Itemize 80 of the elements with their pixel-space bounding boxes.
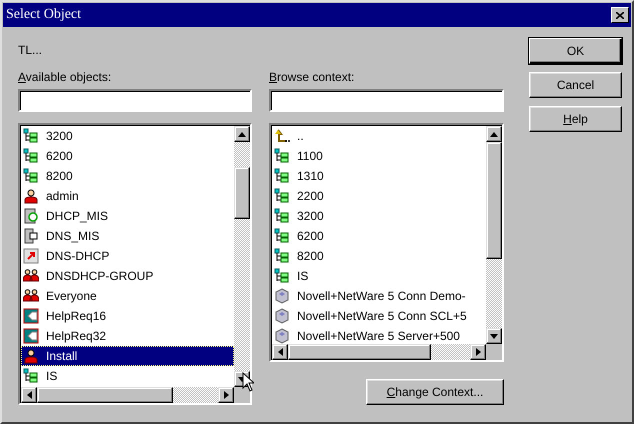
list-item[interactable]: 2200 [272, 186, 486, 206]
scrollbar-thumb[interactable] [486, 142, 502, 259]
input-field[interactable] [18, 89, 252, 112]
tree-icon [23, 148, 39, 164]
scroll-left-button[interactable] [272, 344, 288, 360]
server-icon [274, 288, 290, 304]
list-item[interactable]: admin [21, 186, 234, 206]
list-item[interactable]: 6200 [272, 226, 486, 246]
close-button[interactable] [611, 7, 629, 23]
left-arrow-icon [26, 391, 32, 399]
right-arrow-icon [476, 348, 480, 356]
application-icon [23, 248, 39, 264]
tree-icon [23, 368, 39, 384]
list-item[interactable]: Install [21, 346, 234, 366]
scroll-right-button[interactable] [470, 344, 486, 360]
scrollbar-corner [486, 344, 502, 360]
server-icon [274, 328, 290, 344]
list-item[interactable]: DNS_MIS [21, 226, 234, 246]
tree-icon [274, 248, 290, 264]
list-item[interactable]: DNSDHCP-GROUP [21, 266, 234, 286]
list-item[interactable]: HelpReq16 [21, 306, 234, 326]
scroll-down-button[interactable] [486, 328, 502, 344]
change-context-button[interactable]: Change Context... [366, 379, 504, 405]
template-icon [23, 308, 39, 324]
window-title: Select Object [6, 6, 82, 24]
up-arrow-icon [490, 132, 498, 136]
scrollbar-thumb[interactable] [234, 167, 250, 219]
dialog-button[interactable]: Help [529, 106, 622, 132]
list-item[interactable]: 1100 [272, 146, 486, 166]
list-item[interactable]: 8200 [21, 166, 234, 186]
user-icon [23, 188, 39, 204]
list-item[interactable]: .. [272, 126, 486, 146]
dialog-button[interactable]: OK [529, 38, 622, 64]
list-item[interactable]: IS [272, 266, 486, 286]
folder-up-icon [274, 128, 290, 144]
scroll-up-button[interactable] [234, 126, 250, 142]
list-item[interactable]: Everyone [21, 286, 234, 306]
list-item[interactable]: DNS-DHCP [21, 246, 234, 266]
group-icon [23, 268, 39, 284]
scroll-left-button[interactable] [21, 387, 37, 403]
tree-icon [274, 168, 290, 184]
tree-icon [274, 188, 290, 204]
scroll-right-button[interactable] [218, 387, 234, 403]
left-arrow-icon [278, 348, 282, 356]
group-icon [23, 288, 39, 304]
template-icon [23, 328, 39, 344]
tree-icon [274, 268, 290, 284]
list-item[interactable]: HelpReq32 [21, 326, 234, 346]
input-field[interactable] [269, 89, 504, 112]
list-item[interactable]: 3200 [21, 126, 234, 146]
right-arrow-icon [224, 391, 228, 399]
list-item[interactable]: 1310 [272, 166, 486, 186]
server-icon [274, 308, 290, 324]
close-icon [616, 12, 624, 18]
tree-icon [274, 228, 290, 244]
list-item[interactable]: Novell+NetWare 5 Server+500 [272, 326, 486, 344]
tree-icon [274, 208, 290, 224]
scrollbar-thumb[interactable] [37, 387, 173, 403]
tree-icon [23, 168, 39, 184]
down-arrow-icon [490, 334, 498, 338]
user-icon [23, 348, 39, 364]
tree-icon [274, 148, 290, 164]
dialog-button[interactable]: Cancel [529, 72, 622, 98]
list-item[interactable]: 6200 [21, 146, 234, 166]
server-icon [23, 208, 39, 224]
list-item[interactable]: Novell+NetWare 5 Conn Demo- [272, 286, 486, 306]
list-item[interactable]: DHCP_MIS [21, 206, 234, 226]
scrollbar-thumb[interactable] [288, 344, 431, 360]
up-arrow-icon [238, 132, 246, 136]
list-item[interactable]: 3200 [272, 206, 486, 226]
tree-icon [23, 128, 39, 144]
list-item[interactable]: IS [21, 366, 234, 386]
server-icon [23, 228, 39, 244]
list-item[interactable]: Novell+NetWare 5 Conn SCL+5 [272, 306, 486, 326]
context-path: TL... [18, 43, 44, 59]
scrollbar-corner [234, 387, 250, 403]
field-label: Browse context: [269, 70, 354, 84]
field-label: Available objects: [18, 70, 112, 84]
list-item[interactable]: 8200 [272, 246, 486, 266]
scroll-up-button[interactable] [486, 126, 502, 142]
